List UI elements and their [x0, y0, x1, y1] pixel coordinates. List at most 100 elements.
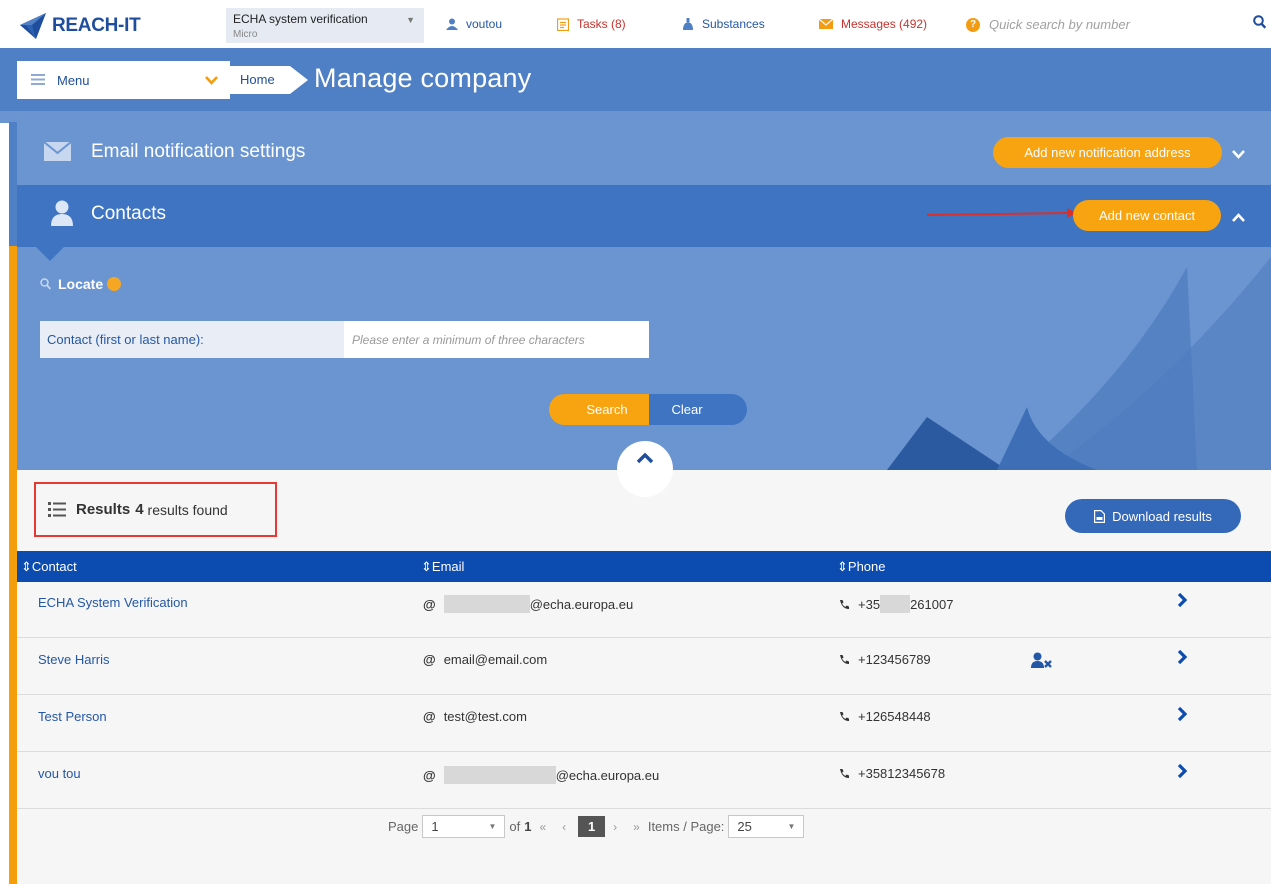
- contacts-panel[interactable]: Contacts Add new contact: [17, 185, 1271, 247]
- flask-icon: [682, 17, 694, 31]
- next-page-button[interactable]: ›: [613, 820, 617, 834]
- user-link[interactable]: voutou: [446, 17, 502, 31]
- panel-edge: [9, 122, 17, 247]
- messages-label: Messages (492): [841, 17, 928, 31]
- locate-section: [17, 247, 1271, 470]
- redacted-text: [443, 766, 556, 784]
- caret-down-icon: ▼: [488, 822, 497, 831]
- collapse-search-button[interactable]: [617, 441, 673, 497]
- breadcrumb-home[interactable]: Home: [230, 66, 290, 94]
- phone-icon: [839, 711, 850, 722]
- sort-icon: ⇕: [421, 559, 432, 574]
- items-per-page-select[interactable]: 25 ▼: [728, 815, 805, 838]
- contact-name-link[interactable]: Steve Harris: [38, 652, 110, 667]
- breadcrumb-arrow: [290, 66, 308, 94]
- help-icon[interactable]: ?: [966, 17, 980, 32]
- menu-label: Menu: [57, 72, 90, 88]
- current-page[interactable]: 1: [578, 816, 606, 837]
- chevron-up-icon: [636, 452, 654, 464]
- locate-heading: Locate: [40, 276, 122, 292]
- chevron-up-icon[interactable]: [1232, 210, 1245, 225]
- menu-dropdown[interactable]: Menu: [17, 61, 230, 99]
- user-remove-icon[interactable]: [1031, 652, 1053, 672]
- at-icon: @: [423, 767, 436, 783]
- at-icon: @: [423, 652, 436, 667]
- substances-label: Substances: [702, 17, 765, 31]
- contact-email: @ @echa.europa.eu: [423, 766, 660, 784]
- search-icon[interactable]: [1253, 15, 1267, 32]
- company-name: ECHA system verification: [233, 12, 368, 26]
- user-icon: [446, 18, 458, 30]
- messages-link[interactable]: Messages (492): [819, 17, 927, 31]
- envelope-icon: [819, 19, 833, 29]
- chevron-right-icon[interactable]: [1177, 592, 1188, 611]
- results-label: Results: [76, 501, 131, 518]
- table-row[interactable]: ECHA System Verification @ @echa.europa.…: [17, 582, 1271, 638]
- top-navigation-bar: REACH-IT ECHA system verification Micro …: [0, 0, 1271, 48]
- app-logo[interactable]: REACH-IT: [18, 10, 141, 42]
- contact-phone: +126548448: [839, 709, 931, 724]
- download-results-button[interactable]: Download results: [1065, 499, 1241, 533]
- document-icon: [1094, 509, 1106, 523]
- column-header-email[interactable]: ⇕Email: [421, 559, 464, 575]
- last-page-button[interactable]: »: [633, 820, 640, 834]
- page-label: Page: [388, 819, 419, 834]
- search-clear-buttons: Search Clear: [549, 394, 747, 425]
- contact-phone: +35 261007: [839, 595, 953, 613]
- items-per-page-label: Items / Page:: [647, 819, 725, 834]
- contact-name-label: Contact (first or last name):: [40, 321, 344, 358]
- email-notification-panel[interactable]: Email notification settings Add new noti…: [17, 122, 1271, 185]
- page-total: 1: [524, 819, 532, 834]
- add-new-contact-button[interactable]: Add new contact: [1073, 200, 1221, 231]
- help-icon[interactable]: [107, 277, 122, 291]
- contact-phone: +35812345678: [839, 766, 945, 781]
- contacts-table: ⇕Contact ⇕Email ⇕Phone ECHA System Verif…: [17, 551, 1271, 809]
- contacts-panel-title: Contacts: [91, 203, 166, 224]
- contact-name-link[interactable]: ECHA System Verification: [38, 595, 188, 610]
- caret-down-icon: ▼: [787, 822, 796, 831]
- chevron-right-icon[interactable]: [1177, 706, 1188, 725]
- page-of-label: of: [509, 819, 521, 834]
- column-header-phone[interactable]: ⇕Phone: [837, 559, 886, 575]
- search-button[interactable]: Search: [549, 394, 649, 425]
- list-icon: [48, 502, 66, 517]
- phone-icon: [839, 599, 850, 610]
- quick-search-input[interactable]: [989, 17, 1189, 32]
- search-icon: [40, 278, 51, 290]
- contact-email: @ test@test.com: [423, 709, 527, 724]
- clear-button[interactable]: Clear: [649, 394, 747, 425]
- contact-name-field: Contact (first or last name):: [40, 321, 649, 358]
- table-row[interactable]: Test Person @ test@test.com +126548448: [17, 696, 1271, 752]
- tasks-link[interactable]: Tasks (8): [557, 17, 626, 31]
- chevron-down-icon: [205, 73, 218, 88]
- chevron-down-icon[interactable]: [1232, 147, 1245, 162]
- page-select[interactable]: 1 ▼: [422, 815, 506, 838]
- at-icon: @: [423, 709, 436, 724]
- chevron-right-icon[interactable]: [1177, 763, 1188, 782]
- hamburger-icon: [31, 73, 45, 88]
- table-row[interactable]: Steve Harris @ email@email.com +12345678…: [17, 639, 1271, 695]
- email-panel-title: Email notification settings: [91, 141, 306, 162]
- contact-name-input[interactable]: [344, 321, 649, 358]
- substances-link[interactable]: Substances: [682, 17, 765, 31]
- user-icon: [51, 200, 73, 229]
- chevron-right-icon[interactable]: [1177, 649, 1188, 668]
- contact-name-link[interactable]: vou tou: [38, 766, 81, 781]
- company-size: Micro: [233, 29, 258, 40]
- download-results-label: Download results: [1112, 508, 1212, 524]
- contact-name-link[interactable]: Test Person: [38, 709, 107, 724]
- phone-icon: [839, 654, 850, 665]
- table-row[interactable]: vou tou @ @echa.europa.eu +35812345678: [17, 753, 1271, 809]
- column-header-contact[interactable]: ⇕Contact: [21, 559, 77, 575]
- results-count: 4: [135, 501, 144, 518]
- previous-page-button[interactable]: ‹: [562, 820, 566, 834]
- redacted-text: [443, 595, 530, 613]
- first-page-button[interactable]: «: [539, 820, 546, 834]
- add-notification-address-button[interactable]: Add new notification address: [993, 137, 1222, 168]
- page-title: Manage company: [314, 63, 532, 93]
- table-header: ⇕Contact ⇕Email ⇕Phone: [17, 551, 1271, 582]
- caret-down-icon: ▼: [406, 15, 415, 25]
- locate-title: Locate: [58, 276, 104, 292]
- company-selector[interactable]: ECHA system verification Micro ▼: [226, 8, 424, 43]
- envelope-icon: [43, 141, 72, 164]
